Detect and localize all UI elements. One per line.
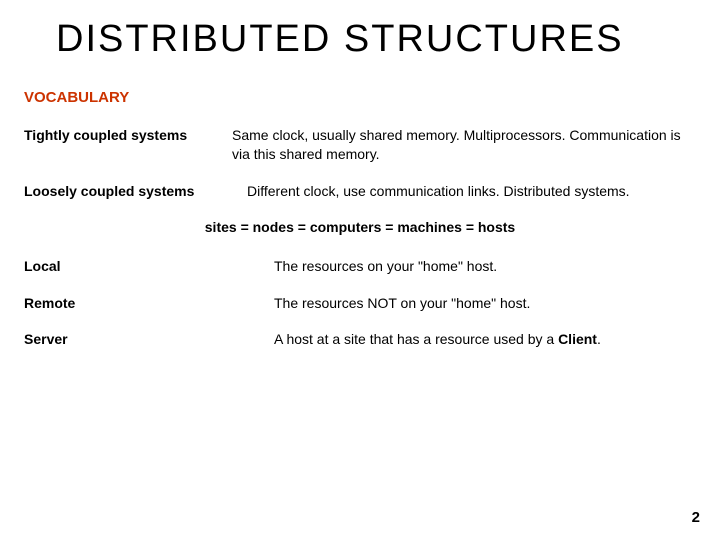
page-number: 2 [692, 509, 700, 526]
term-remote: Remote [24, 294, 274, 313]
def-server-pre: A host at a site that has a resource use… [274, 331, 558, 347]
def-local: The resources on your "home" host. [274, 257, 696, 276]
def-server-post: . [597, 331, 601, 347]
term-local: Local [24, 257, 274, 276]
def-tightly-coupled: Same clock, usually shared memory. Multi… [232, 126, 696, 164]
slide: DISTRIBUTED STRUCTURES VOCABULARY Tightl… [0, 0, 720, 540]
term-server: Server [24, 330, 274, 349]
row-local: Local The resources on your "home" host. [24, 257, 696, 276]
section-heading-vocabulary: VOCABULARY [24, 89, 696, 106]
row-tightly-coupled: Tightly coupled systems Same clock, usua… [24, 126, 696, 164]
equivalence-line: sites = nodes = computers = machines = h… [24, 219, 696, 235]
term-loosely-coupled: Loosely coupled systems [24, 182, 247, 201]
row-server: Server A host at a site that has a resou… [24, 330, 696, 349]
def-loosely-coupled: Different clock, use communication links… [247, 182, 696, 201]
slide-title: DISTRIBUTED STRUCTURES [56, 18, 696, 61]
term-tightly-coupled: Tightly coupled systems [24, 126, 232, 145]
def-server-bold: Client [558, 331, 597, 347]
row-remote: Remote The resources NOT on your "home" … [24, 294, 696, 313]
def-remote: The resources NOT on your "home" host. [274, 294, 696, 313]
def-server: A host at a site that has a resource use… [274, 330, 696, 349]
row-loosely-coupled: Loosely coupled systems Different clock,… [24, 182, 696, 201]
